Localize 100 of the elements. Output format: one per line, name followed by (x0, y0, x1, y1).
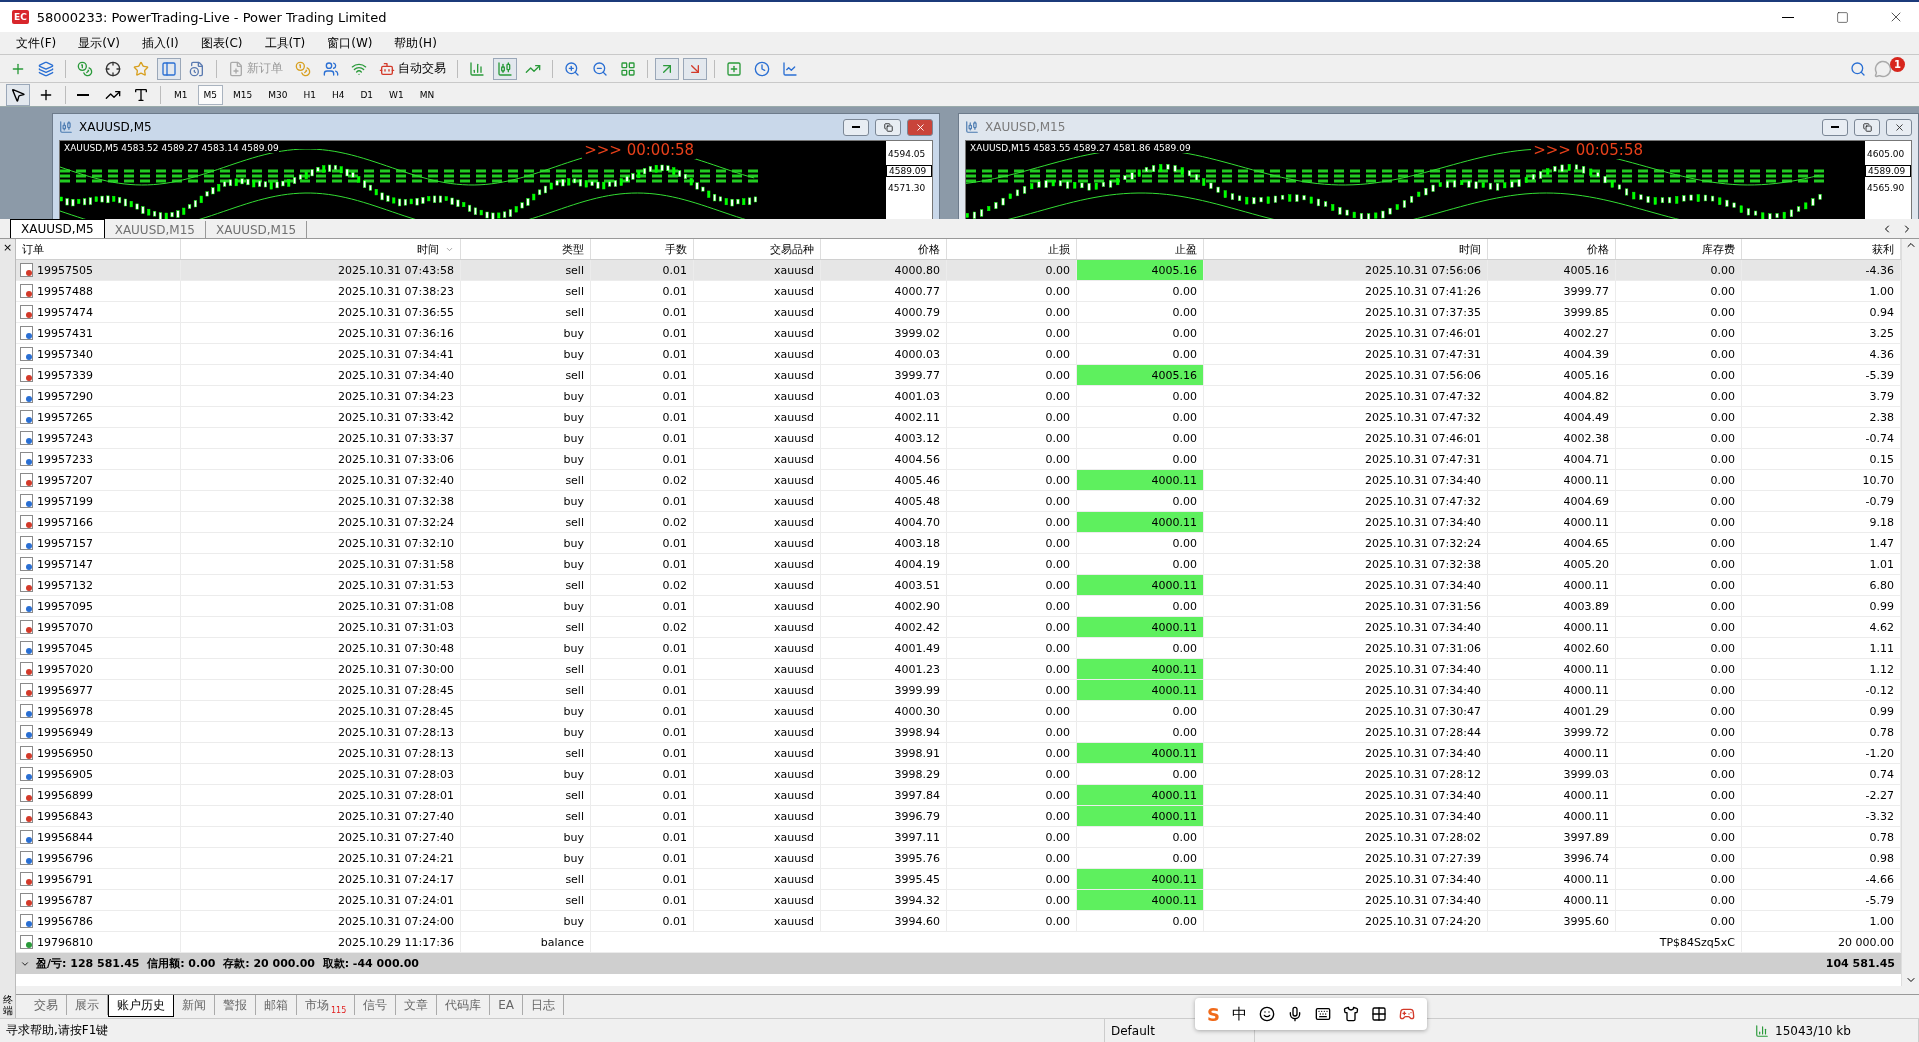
minimize-button[interactable] (843, 118, 870, 136)
timeframe-button[interactable]: D1 (354, 84, 380, 105)
column-header[interactable]: 手数 (591, 239, 694, 259)
column-header[interactable]: 止盈 (1077, 239, 1204, 259)
chart-tab[interactable]: XAUUSD,M15 (205, 221, 308, 238)
menu-item[interactable]: 文件(F) (6, 34, 67, 52)
table-cell: 4005.16 (1488, 365, 1616, 385)
menu-item[interactable]: 图表(C) (190, 34, 253, 52)
table-cell: buy (461, 386, 591, 406)
table-row[interactable]: 19956949 2025.10.31 07:28:13 buy 0.01 xauusd 3998.94 0.00 0.00 2025.10.31 07:28:44 3999.72 0.00 0.78 (16, 722, 1901, 743)
table-row[interactable]: 19957020 2025.10.31 07:30:00 sell 0.01 xauusd 4001.23 0.00 4000.11 2025.10.31 07:34:40 4000.11 0.00 1.12 (16, 659, 1901, 680)
table-row[interactable]: 19956791 2025.10.31 07:24:17 sell 0.01 xauusd 3995.45 0.00 4000.11 2025.10.31 07:34:40 4000.11 0.00 -4.66 (16, 869, 1901, 890)
chart-tab[interactable]: XAUUSD,M5 (10, 219, 105, 238)
table-row[interactable]: 19957095 2025.10.31 07:31:08 buy 0.01 xauusd 4002.90 0.00 0.00 2025.10.31 07:31:56 4003.89 0.00 0.99 (16, 596, 1901, 617)
table-row[interactable]: 19957474 2025.10.31 07:36:55 sell 0.01 xauusd 4000.79 0.00 0.00 2025.10.31 07:37:35 3999.85 0.00 0.94 (16, 302, 1901, 323)
terminal-tab[interactable]: 代码库 (437, 995, 491, 1015)
chart-tab[interactable]: XAUUSD,M15 (104, 221, 206, 238)
table-row[interactable]: 19957290 2025.10.31 07:34:23 buy 0.01 xauusd 4001.03 0.00 0.00 2025.10.31 07:47:32 4004.82 0.00 3.79 (16, 386, 1901, 407)
table-row[interactable]: 19957233 2025.10.31 07:33:06 buy 0.01 xauusd 4004.56 0.00 0.00 2025.10.31 07:47:31 4004.71 0.00 0.15 (16, 449, 1901, 470)
auto-scroll-button[interactable] (683, 57, 707, 80)
column-header[interactable]: 交易品种 (694, 239, 821, 259)
table-cell: 2025.10.31 07:41:26 (1204, 281, 1488, 301)
table-cell: 3998.91 (821, 743, 947, 763)
timeframe-button[interactable]: M15 (227, 84, 259, 105)
table-row[interactable]: 19957340 2025.10.31 07:34:41 buy 0.01 xauusd 4000.03 0.00 0.00 2025.10.31 07:47:31 4004.39 0.00 4.36 (16, 344, 1901, 365)
table-row[interactable]: 19957147 2025.10.31 07:31:58 buy 0.01 xauusd 4004.19 0.00 0.00 2025.10.31 07:32:38 4005.20 0.00 1.01 (16, 554, 1901, 575)
table-row[interactable]: 19957070 2025.10.31 07:31:03 sell 0.02 xauusd 4002.42 0.00 4000.11 2025.10.31 07:34:40 4000.11 0.00 4.62 (16, 617, 1901, 638)
menu-item[interactable]: 窗口(W) (317, 34, 383, 52)
column-header[interactable]: 价格 (1488, 239, 1616, 259)
table-cell: 4001.49 (821, 638, 947, 658)
minimize-button[interactable] (1822, 118, 1848, 136)
table-row[interactable]: 19956950 2025.10.31 07:28:13 sell 0.01 xauusd 3998.91 0.00 4000.11 2025.10.31 07:34:40 4000.11 0.00 -1.20 (16, 743, 1901, 764)
table-row[interactable]: 19956787 2025.10.31 07:24:01 sell 0.01 xauusd 3994.32 0.00 4000.11 2025.10.31 07:34:40 4000.11 0.00 -5.79 (16, 890, 1901, 911)
table-row[interactable]: 19956786 2025.10.31 07:24:00 buy 0.01 xauusd 3994.60 0.00 0.00 2025.10.31 07:24:20 3995.60 0.00 1.00 (16, 911, 1901, 932)
table-row[interactable]: 19956977 2025.10.31 07:28:45 sell 0.01 xauusd 3999.99 0.00 4000.11 2025.10.31 07:34:40 4000.11 0.00 -0.12 (16, 680, 1901, 701)
table-cell: 2025.10.31 07:28:45 (181, 701, 461, 721)
chart-shift-button[interactable] (655, 57, 679, 80)
restore-button[interactable] (1854, 118, 1880, 136)
terminal-tab[interactable]: 日志 (523, 995, 565, 1015)
table-row[interactable]: 19957157 2025.10.31 07:32:10 buy 0.01 xauusd 4003.18 0.00 0.00 2025.10.31 07:32:24 4004.65 0.00 1.47 (16, 533, 1901, 554)
timeframe-button[interactable]: H1 (297, 84, 322, 105)
table-cell: 2025.10.31 07:33:06 (181, 449, 461, 469)
close-button[interactable]: × (2, 241, 13, 254)
column-header[interactable]: 订单 (16, 239, 181, 259)
terminal-tab[interactable]: 文章 (396, 995, 438, 1015)
timeframe-button[interactable]: M1 (168, 84, 194, 105)
table-row[interactable]: 19957431 2025.10.31 07:36:16 buy 0.01 xauusd 3999.02 0.00 0.00 2025.10.31 07:46:01 4002.27 0.00 3.25 (16, 323, 1901, 344)
table-row[interactable]: 19957166 2025.10.31 07:32:24 sell 0.02 xauusd 4004.70 0.00 4000.11 2025.10.31 07:34:40 4000.11 0.00 9.18 (16, 512, 1901, 533)
timeframe-button[interactable]: M5 (197, 84, 223, 105)
terminal-tab[interactable]: 警报 (215, 995, 256, 1015)
terminal-tab[interactable]: 交易 (26, 995, 67, 1015)
candlestick-button[interactable] (493, 57, 517, 80)
table-cell: 0.00 (1616, 638, 1742, 658)
column-header[interactable]: 库存费 (1616, 239, 1742, 259)
column-header[interactable]: 类型 (461, 239, 591, 259)
close-button[interactable] (907, 118, 934, 136)
terminal-tab[interactable]: 信号 (355, 995, 397, 1015)
restore-button[interactable] (875, 118, 902, 136)
table-row[interactable]: 19957265 2025.10.31 07:33:42 buy 0.01 xauusd 4002.11 0.00 0.00 2025.10.31 07:47:32 4004.49 0.00 2.38 (16, 407, 1901, 428)
table-row[interactable]: 19956796 2025.10.31 07:24:21 buy 0.01 xauusd 3995.76 0.00 0.00 2025.10.31 07:27:39 3996.74 0.00 0.98 (16, 848, 1901, 869)
table-cell: buy (461, 554, 591, 574)
table-row[interactable]: 19956844 2025.10.31 07:27:40 buy 0.01 xauusd 3997.11 0.00 0.00 2025.10.31 07:28:02 3997.89 0.00 0.78 (16, 827, 1901, 848)
table-row[interactable]: 19957207 2025.10.31 07:32:40 sell 0.02 xauusd 4005.46 0.00 4000.11 2025.10.31 07:34:40 4000.11 0.00 10.70 (16, 470, 1901, 491)
timeframe-button[interactable]: H4 (325, 84, 351, 105)
table-row[interactable]: 19957199 2025.10.31 07:32:38 buy 0.01 xauusd 4005.48 0.00 0.00 2025.10.31 07:47:32 4004.69 0.00 -0.79 (16, 491, 1901, 512)
table-row[interactable]: 19957339 2025.10.31 07:34:40 sell 0.01 xauusd 3999.77 0.00 4005.16 2025.10.31 07:56:06 4005.16 0.00 -5.39 (16, 365, 1901, 386)
price-label: 4594.05 (887, 149, 927, 159)
table-cell: 4000.11 (1077, 659, 1204, 679)
timeframe-button[interactable]: M30 (262, 84, 294, 105)
menu-item[interactable]: 帮助(H) (384, 34, 447, 52)
table-row[interactable]: 19956843 2025.10.31 07:27:40 sell 0.01 xauusd 3996.79 0.00 4000.11 2025.10.31 07:34:40 4000.11 0.00 -3.32 (16, 806, 1901, 827)
order-icon (20, 704, 33, 718)
menu-item[interactable]: 工具(T) (254, 34, 316, 52)
shirt-icon (1342, 1006, 1359, 1022)
column-header[interactable]: 时间 (181, 239, 461, 259)
table-row[interactable]: 19957488 2025.10.31 07:38:23 sell 0.01 xauusd 4000.77 0.00 0.00 2025.10.31 07:41:26 3999.77 0.00 1.00 (16, 281, 1901, 302)
terminal-tab[interactable]: EA (490, 995, 524, 1015)
terminal-tab[interactable]: 账户历史 (108, 995, 174, 1017)
table-row[interactable]: 19957045 2025.10.31 07:30:48 buy 0.01 xauusd 4001.49 0.00 0.00 2025.10.31 07:31:06 4002.60 0.00 1.11 (16, 638, 1901, 659)
table-row[interactable]: 19956978 2025.10.31 07:28:45 buy 0.01 xauusd 4000.30 0.00 0.00 2025.10.31 07:30:47 4001.29 0.00 0.99 (16, 701, 1901, 722)
column-header[interactable]: 价格 (821, 239, 947, 259)
table-row[interactable]: 19957132 2025.10.31 07:31:53 sell 0.02 xauusd 4003.51 0.00 4000.11 2025.10.31 07:34:40 4000.11 0.00 6.80 (16, 575, 1901, 596)
table-row[interactable]: 19957505 2025.10.31 07:43:58 sell 0.01 xauusd 4000.80 0.00 4005.16 2025.10.31 07:56:06 4005.16 0.00 -4.36 (16, 260, 1901, 281)
menu-item[interactable]: 插入(I) (131, 34, 189, 52)
terminal-tab[interactable]: 邮箱 (256, 995, 297, 1015)
table-row[interactable]: 19957243 2025.10.31 07:33:37 buy 0.01 xauusd 4003.12 0.00 0.00 2025.10.31 07:46:01 4002.38 0.00 -0.74 (16, 428, 1901, 449)
auto-trading-button[interactable]: 自动交易 (375, 57, 450, 80)
table-cell: xauusd (694, 743, 821, 763)
timeframe-button[interactable]: W1 (383, 84, 410, 105)
table-row[interactable]: 19956905 2025.10.31 07:28:03 buy 0.01 xauusd 3998.29 0.00 0.00 2025.10.31 07:28:12 3999.03 0.00 0.74 (16, 764, 1901, 785)
terminal-tab[interactable]: 新闻 (174, 995, 215, 1015)
table-cell: 0.00 (1616, 848, 1742, 868)
cursor-button[interactable] (6, 83, 30, 106)
menu-item[interactable]: 显示(V) (68, 34, 130, 52)
timeframe-button[interactable]: MN (413, 84, 441, 105)
close-button[interactable] (1886, 118, 1912, 136)
column-header[interactable]: 时间 (1204, 239, 1488, 259)
column-header[interactable]: 止损 (947, 239, 1077, 259)
table-cell: 2025.10.31 07:31:53 (181, 575, 461, 595)
table-row[interactable]: 19956899 2025.10.31 07:28:01 sell 0.01 xauusd 3997.84 0.00 4000.11 2025.10.31 07:34:40 4000.11 0.00 -2.27 (16, 785, 1901, 806)
